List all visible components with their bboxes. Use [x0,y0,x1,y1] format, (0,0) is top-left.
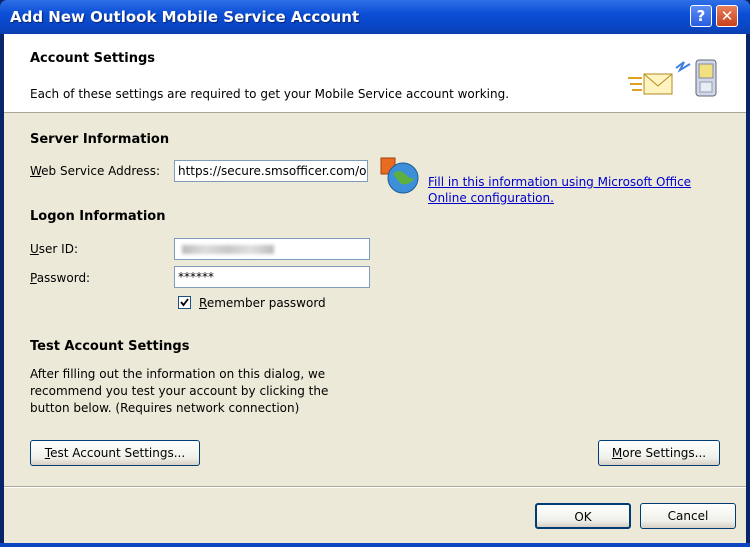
test-account-settings-button[interactable]: Test Account Settings... [30,440,200,466]
redacted-user-id [182,245,274,254]
user-id-label: User ID: [30,242,79,256]
help-button[interactable]: ? [690,5,712,27]
web-service-address-input[interactable]: https://secure.smsofficer.com/o [174,160,368,182]
server-info-heading: Server Information [30,132,170,147]
envelope-phone-icon [628,59,717,97]
dialog-header: Account Settings Each of these settings … [4,34,746,113]
more-settings-button[interactable]: More Settings... [598,440,720,466]
web-service-address-label: Web Service Address: [30,164,160,178]
user-id-input[interactable] [174,238,370,260]
remember-password-label[interactable]: Remember password [199,296,326,310]
window-frame-bottom [0,543,750,547]
header-subtitle: Each of these settings are required to g… [30,87,510,101]
test-settings-description: After filling out the information on thi… [30,367,329,415]
title-bar[interactable]: Add New Outlook Mobile Service Account ?… [0,0,750,34]
office-online-icon [380,157,419,194]
dialog-window: Add New Outlook Mobile Service Account ?… [0,0,750,547]
logon-info-heading: Logon Information [30,209,166,224]
window-title: Add New Outlook Mobile Service Account [10,8,360,26]
remember-password-checkbox[interactable] [178,296,191,309]
cancel-button[interactable]: Cancel [640,503,736,529]
check-icon [180,298,189,307]
dialog-client: Account Settings Each of these settings … [4,34,746,543]
password-label: Password: [30,271,91,285]
test-settings-heading: Test Account Settings [30,339,190,354]
header-title: Account Settings [30,51,156,66]
ok-button[interactable]: OK [535,503,631,529]
close-button[interactable]: ✕ [716,5,738,27]
footer-separator [4,486,746,488]
office-online-config-link[interactable]: Fill in this information using Microsoft… [428,174,728,206]
password-input[interactable]: ****** [174,266,370,288]
